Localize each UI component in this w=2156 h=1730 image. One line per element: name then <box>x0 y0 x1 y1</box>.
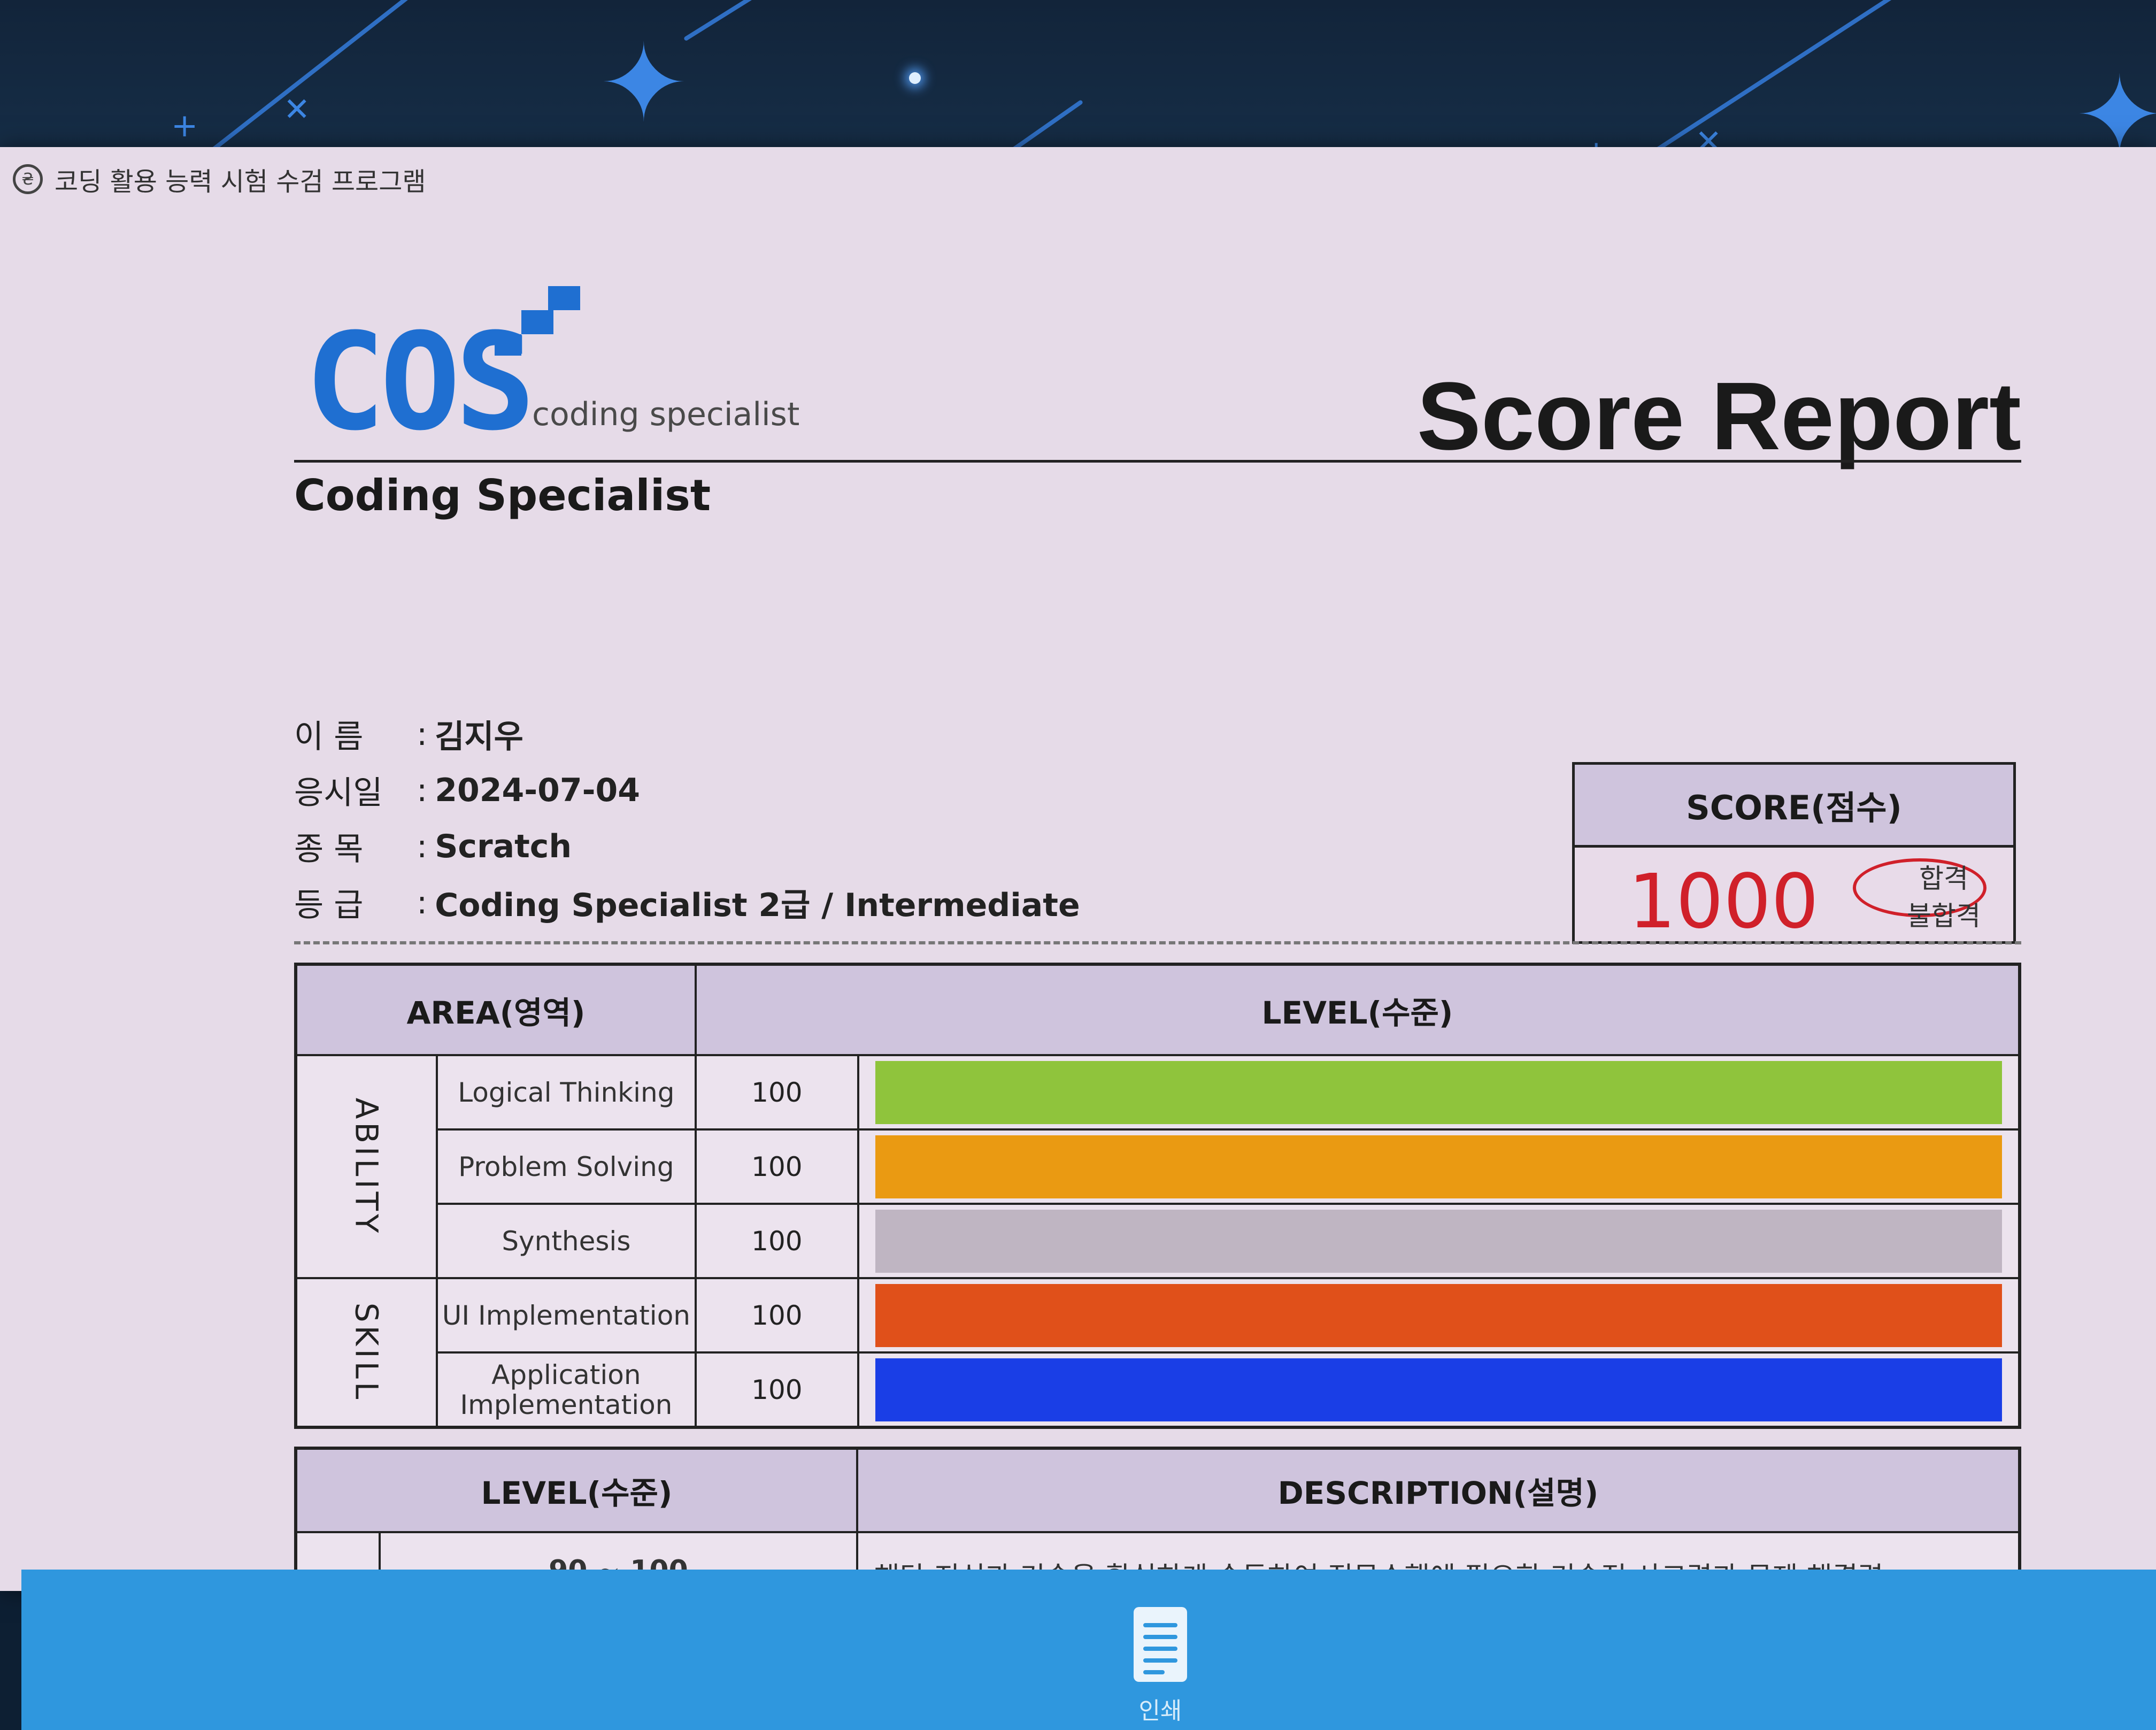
desc-header: DESCRIPTION(설명) <box>856 1447 2021 1533</box>
score-box: SCORE(점수) 1000 합격 불합격 <box>1572 762 2016 945</box>
candidate-info: 이 름: 김지우 응시일:2024-07-04 종 목: Scratch 등 급: Codi… <box>294 706 1080 931</box>
document-icon <box>1134 1607 1187 1682</box>
info-value: 2024-07-04 <box>435 771 641 809</box>
area-name: Synthesis <box>435 1203 697 1279</box>
info-value: 김지우 <box>435 718 523 756</box>
info-row: 응시일:2024-07-04 <box>294 762 1080 818</box>
level-bar-track <box>875 1135 2002 1198</box>
table-row: SKILL UI Implementation 100 <box>295 1277 2021 1428</box>
program-window: ₴ 코딩 활용 능력 시험 수검 프로그램 COS coding special… <box>0 147 2156 1730</box>
area-value: 100 <box>694 1203 859 1279</box>
area-value: 100 <box>694 1128 859 1205</box>
area-name: Logical Thinking <box>435 1054 697 1131</box>
area-value: 100 <box>694 1277 859 1354</box>
info-key: 종 목 <box>294 831 364 868</box>
logo-square <box>548 286 580 310</box>
area-value: 100 <box>694 1054 859 1131</box>
group-cell: ABILITY <box>295 1054 438 1279</box>
table-row: Synthesis 100 <box>296 1203 2021 1279</box>
title-rule <box>294 460 2021 463</box>
info-value: Scratch <box>435 827 572 865</box>
info-key: 이 름 <box>294 718 364 756</box>
star-streak <box>683 0 804 42</box>
info-separator: : <box>417 883 428 921</box>
area-value: 100 <box>694 1351 859 1428</box>
star-streak <box>202 0 424 159</box>
level-bar-track <box>875 1060 2002 1124</box>
print-label: 인쇄 <box>1138 1697 1182 1725</box>
info-separator: : <box>417 715 428 753</box>
level-bar <box>875 1209 2002 1273</box>
level-header: LEVEL(수준) <box>694 963 2021 1056</box>
group-cell: SKILL <box>295 1277 438 1428</box>
dashed-divider <box>294 941 2021 944</box>
window-title: 코딩 활용 능력 시험 수검 프로그램 <box>55 167 426 197</box>
score-value: 1000 <box>1628 858 1819 945</box>
level-bar-cell <box>857 1128 2021 1205</box>
info-key: 응시일 <box>294 774 383 812</box>
area-level-table: AREA(영역) LEVEL(수준) ABILITY Logical Thinki… <box>294 963 2021 1429</box>
info-value: Coding Specialist 2급 / Intermediate <box>435 887 1080 924</box>
info-separator: : <box>417 771 428 809</box>
level-bar-cell <box>857 1277 2021 1354</box>
info-separator: : <box>417 827 428 865</box>
level-bar-cell <box>857 1054 2021 1131</box>
area-name: Application Implementation <box>435 1351 697 1428</box>
info-row: 등 급: Coding Specialist 2급 / Intermediate <box>294 874 1080 931</box>
area-name: Problem Solving <box>435 1128 697 1205</box>
globe-icon: ₴ <box>13 164 43 194</box>
logo-text: COS <box>305 304 536 460</box>
info-key: 등 급 <box>294 887 364 924</box>
window-titlebar: ₴ 코딩 활용 능력 시험 수검 프로그램 <box>0 147 2156 211</box>
level-bar-track <box>875 1209 2002 1273</box>
level-bar <box>875 1358 2002 1421</box>
level-bar <box>875 1283 2002 1347</box>
level-bar-track <box>875 1358 2002 1421</box>
level-bar <box>875 1135 2002 1198</box>
subject-title: Coding Specialist <box>294 471 711 520</box>
star-dot <box>909 72 921 84</box>
area-header: AREA(영역) <box>295 963 697 1056</box>
bottom-action-bar: 인쇄 <box>21 1570 2156 1730</box>
info-row: 이 름: 김지우 <box>294 706 1080 762</box>
print-button[interactable]: 인쇄 <box>1128 1607 1192 1726</box>
table-row: ABILITY Logical Thinking 100 <box>295 1054 2021 1279</box>
level-bar <box>875 1060 2002 1124</box>
level-bar-cell <box>857 1351 2021 1428</box>
info-row: 종 목: Scratch <box>294 818 1080 874</box>
desc-level-header: LEVEL(수준) <box>295 1447 858 1533</box>
table-row: Application Implementation 100 <box>296 1351 2021 1428</box>
table-row: Problem Solving 100 <box>296 1128 2021 1205</box>
fail-label: 불합격 <box>1907 901 1981 932</box>
level-bar-cell <box>857 1203 2021 1279</box>
score-header: SCORE(점수) <box>1575 765 2013 848</box>
logo-subtext: coding specialist <box>532 396 800 433</box>
desc-header-row: LEVEL(수준) DESCRIPTION(설명) <box>295 1447 2021 1533</box>
pass-fail-stack: 합격 불합격 <box>1890 860 1997 935</box>
pass-label: 합격 <box>1919 863 1968 894</box>
sparkle-icon: + <box>171 107 198 144</box>
report-title: Score Report <box>1416 363 2021 470</box>
sparkle-icon: ✦ <box>599 21 689 146</box>
level-bar-track <box>875 1283 2002 1347</box>
group-label: SKILL <box>348 1302 385 1403</box>
sparkle-icon: ✕ <box>283 91 311 128</box>
table-header-row: AREA(영역) LEVEL(수준) <box>295 963 2021 1056</box>
group-label: ABILITY <box>348 1097 385 1236</box>
area-name: UI Implementation <box>435 1277 697 1354</box>
cos-logo: COS coding specialist <box>305 286 818 460</box>
